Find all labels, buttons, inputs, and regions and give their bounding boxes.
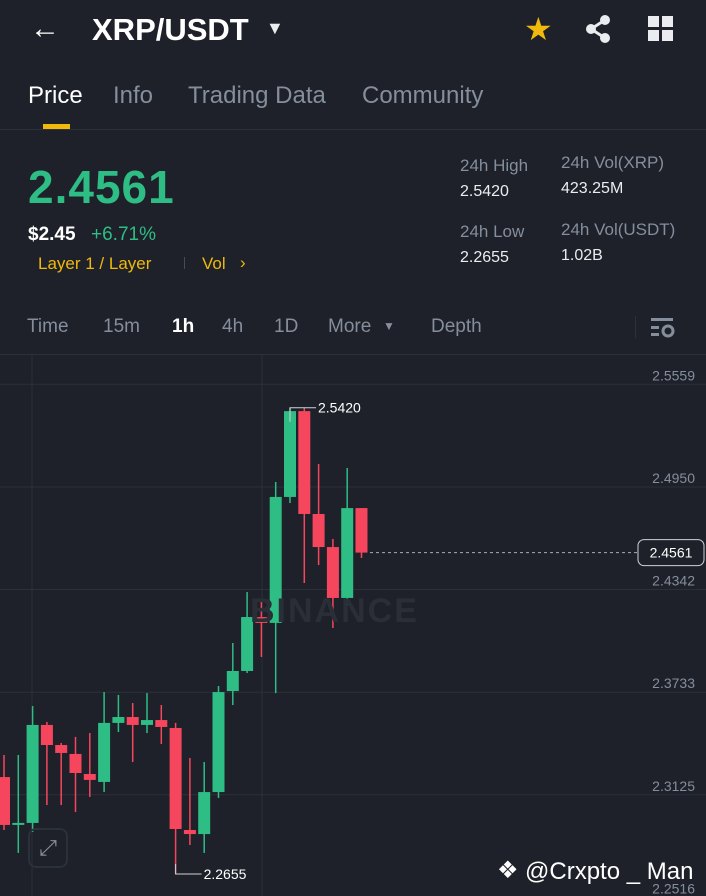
timeframe-1d[interactable]: 1D xyxy=(274,316,298,338)
candle-body xyxy=(55,745,68,753)
candle-body xyxy=(26,724,39,823)
depth-tab[interactable]: Depth xyxy=(431,316,482,338)
high-value: 2.5420 xyxy=(460,183,509,200)
credit-logo-icon: ❖ xyxy=(497,857,519,884)
y-tick-label: 2.3733 xyxy=(652,675,695,691)
high-marker-label: 2.5420 xyxy=(318,400,361,416)
candle-body xyxy=(112,717,125,723)
vol-xrp-label: 24h Vol(XRP) xyxy=(561,153,664,172)
low-marker-line xyxy=(175,864,202,875)
category-tag[interactable]: Layer 1 / Layer xyxy=(38,254,151,274)
vol-usdt-value: 1.02B xyxy=(561,247,603,264)
tab-price[interactable]: Price xyxy=(28,82,83,110)
fullscreen-expand-icon[interactable]: ⤢ xyxy=(28,828,68,868)
chevron-right-icon[interactable]: › xyxy=(240,253,246,273)
candle-body xyxy=(355,508,368,553)
candle-body xyxy=(212,692,225,793)
candle-body xyxy=(98,722,111,782)
vol-link[interactable]: Vol xyxy=(202,254,226,274)
separator xyxy=(184,257,185,269)
chart-settings-icon[interactable] xyxy=(651,316,675,340)
binance-watermark: BINANCE xyxy=(250,592,419,630)
candle-body xyxy=(155,720,168,727)
candle-body xyxy=(126,717,139,725)
low-label: 24h Low xyxy=(460,222,525,241)
separator xyxy=(635,316,636,338)
pair-title[interactable]: XRP/USDT xyxy=(92,12,249,48)
y-tick-label: 2.4950 xyxy=(652,470,695,486)
low-marker-label: 2.2655 xyxy=(204,866,247,882)
candle-body xyxy=(40,724,53,746)
candle-body xyxy=(312,513,325,548)
candle-body xyxy=(83,774,96,780)
candle-body xyxy=(183,830,196,835)
current-price-label: 2.4561 xyxy=(650,545,693,561)
grid-menu-icon[interactable] xyxy=(648,16,674,42)
vol-xrp-value: 423.25M xyxy=(561,180,624,197)
y-tick-label: 2.5559 xyxy=(652,367,695,383)
candle-body xyxy=(284,411,296,497)
timeframe-4h[interactable]: 4h xyxy=(222,316,243,338)
back-arrow-icon[interactable]: ← xyxy=(30,12,60,46)
tab-community[interactable]: Community xyxy=(362,82,483,110)
more-caret-icon: ▼ xyxy=(383,319,395,333)
timeframe-15m[interactable]: 15m xyxy=(103,316,140,338)
credit-text: @Crxpto _ Man xyxy=(525,858,694,885)
share-icon[interactable] xyxy=(584,14,612,44)
candle-body xyxy=(226,670,239,692)
timeframe-time[interactable]: Time xyxy=(27,316,69,338)
y-tick-label: 2.3125 xyxy=(652,778,695,794)
candle-body xyxy=(12,822,25,825)
candle-body xyxy=(69,753,82,774)
candle-body xyxy=(298,411,311,514)
candle-body xyxy=(141,720,153,725)
usd-price: $2.45 xyxy=(28,224,76,245)
divider xyxy=(0,129,706,130)
y-tick-label: 2.4342 xyxy=(652,573,695,589)
tab-info[interactable]: Info xyxy=(113,82,153,110)
price-change: +6.71% xyxy=(91,224,156,245)
high-label: 24h High xyxy=(460,156,529,175)
candle-body xyxy=(326,547,339,598)
tab-trading-data[interactable]: Trading Data xyxy=(188,82,326,110)
candle-body xyxy=(0,777,10,825)
candle-body xyxy=(341,508,354,598)
caret-down-icon[interactable]: ▼ xyxy=(266,18,284,39)
timeframe-more[interactable]: More xyxy=(328,316,371,338)
star-icon[interactable]: ★ xyxy=(524,10,553,48)
vol-usdt-label: 24h Vol(USDT) xyxy=(561,220,676,239)
timeframe-1h[interactable]: 1h xyxy=(172,316,194,338)
candle-body xyxy=(198,792,211,835)
low-value: 2.2655 xyxy=(460,249,509,266)
last-price: 2.4561 xyxy=(28,161,175,213)
candle-body xyxy=(169,727,182,829)
